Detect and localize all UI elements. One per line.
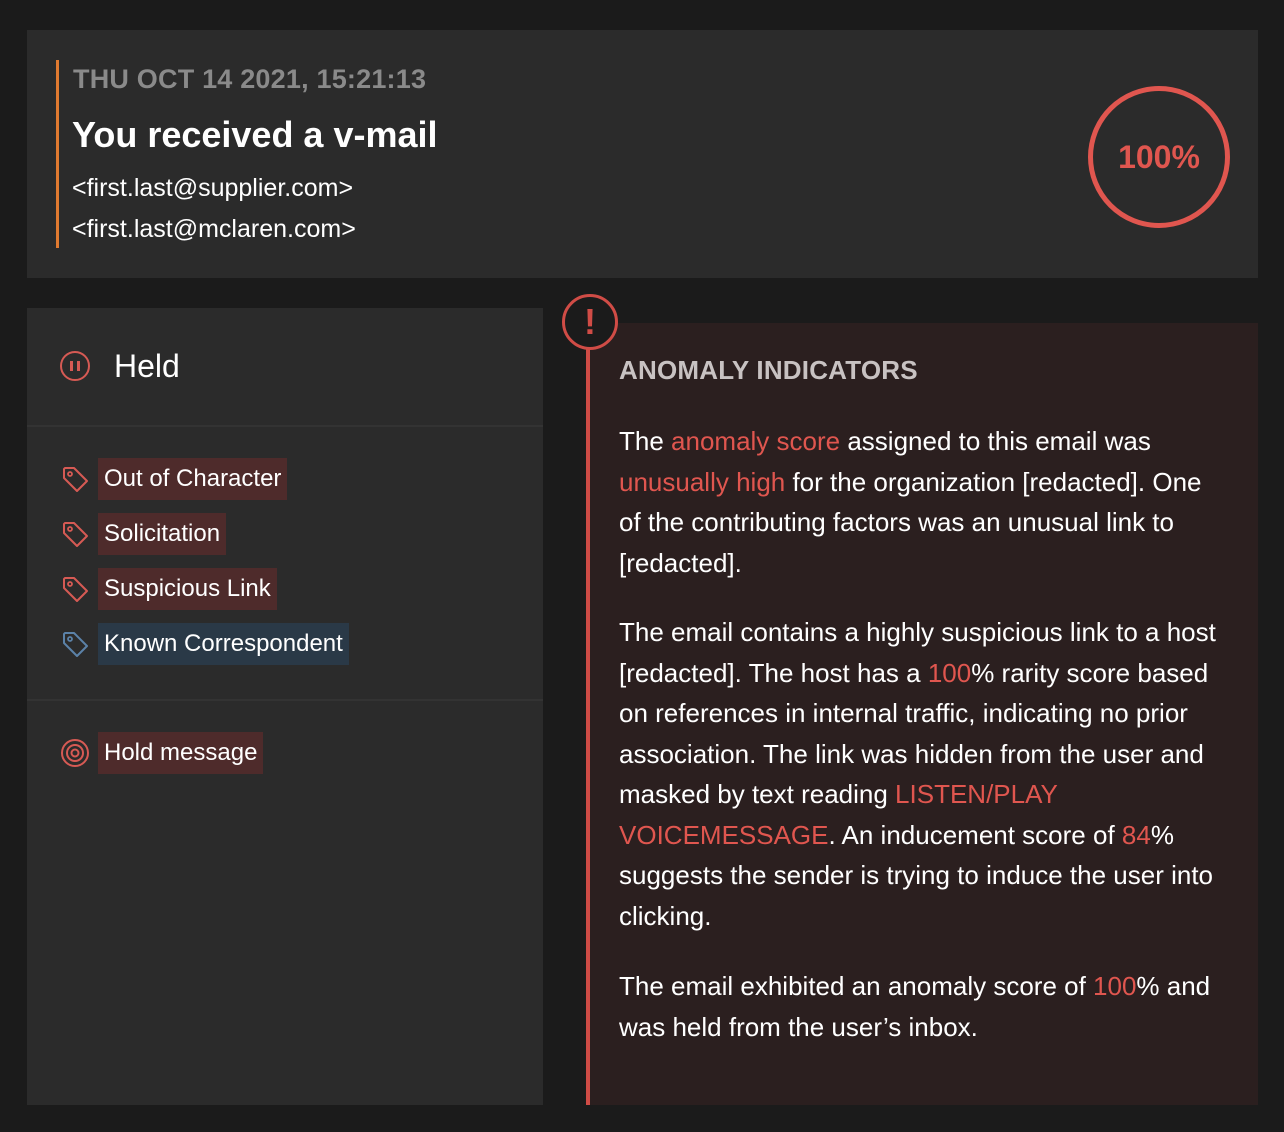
tag-icon — [63, 577, 88, 602]
tag-out-of-character[interactable]: Out of Character — [60, 457, 288, 501]
tag-icon — [63, 632, 88, 657]
divider — [27, 699, 543, 701]
alert-icon: ! — [562, 294, 618, 350]
target-icon — [61, 739, 89, 767]
tag-label: Solicitation — [98, 513, 227, 555]
status-row: Held — [60, 346, 180, 386]
header-accent-bar — [56, 60, 59, 248]
anomaly-score-value: 100% — [1118, 138, 1200, 175]
highlight-text: anomaly score — [671, 426, 841, 456]
anomaly-panel: ANOMALY INDICATORS The anomaly score ass… — [586, 323, 1258, 1105]
sender-address: <first.last@supplier.com> — [72, 174, 354, 202]
highlight-text: 100 — [1093, 971, 1137, 1001]
highlight-text: 84 — [1121, 819, 1151, 850]
highlight-text: unusually high — [619, 466, 786, 497]
tag-label: Known Correspondent — [98, 623, 349, 665]
email-subject: You received a v-mail — [72, 114, 438, 155]
tag-suspicious-link[interactable]: Suspicious Link — [60, 567, 277, 611]
anomaly-paragraph-1: The anomaly score assigned to this email… — [619, 426, 1202, 578]
highlight-text: 100 — [927, 657, 972, 688]
action-panel: Held Out of Character Solicitation Suspi… — [27, 308, 543, 1105]
tag-icon — [63, 467, 88, 492]
status-label: Held — [114, 347, 180, 384]
hold-message-action[interactable]: Hold message — [60, 731, 264, 775]
tag-known-correspondent[interactable]: Known Correspondent — [60, 622, 349, 666]
anomaly-paragraph-2: The email contains a highly suspicious l… — [619, 617, 1216, 931]
email-header: THU OCT 14 2021, 15:21:13 You received a… — [27, 30, 1258, 278]
recipient-address: <first.last@mclaren.com> — [72, 215, 356, 243]
anomaly-score-ring: 100% — [1088, 86, 1230, 228]
anomaly-heading: ANOMALY INDICATORS — [619, 355, 918, 385]
tag-icon — [63, 522, 88, 547]
tag-label: Out of Character — [98, 458, 288, 500]
divider — [27, 425, 543, 427]
tag-label: Suspicious Link — [98, 568, 277, 610]
tag-solicitation[interactable]: Solicitation — [60, 512, 227, 556]
pause-icon — [60, 351, 90, 381]
email-timestamp: THU OCT 14 2021, 15:21:13 — [73, 64, 427, 94]
anomaly-paragraph-3: The email exhibited an anomaly score of … — [619, 971, 1211, 1042]
anomaly-accent-line — [586, 323, 590, 1105]
hold-message-label: Hold message — [98, 732, 264, 774]
